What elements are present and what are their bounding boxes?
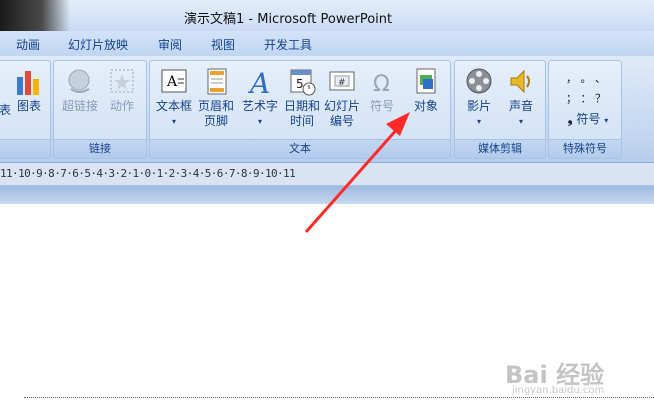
annotation-arrow [304, 112, 410, 233]
